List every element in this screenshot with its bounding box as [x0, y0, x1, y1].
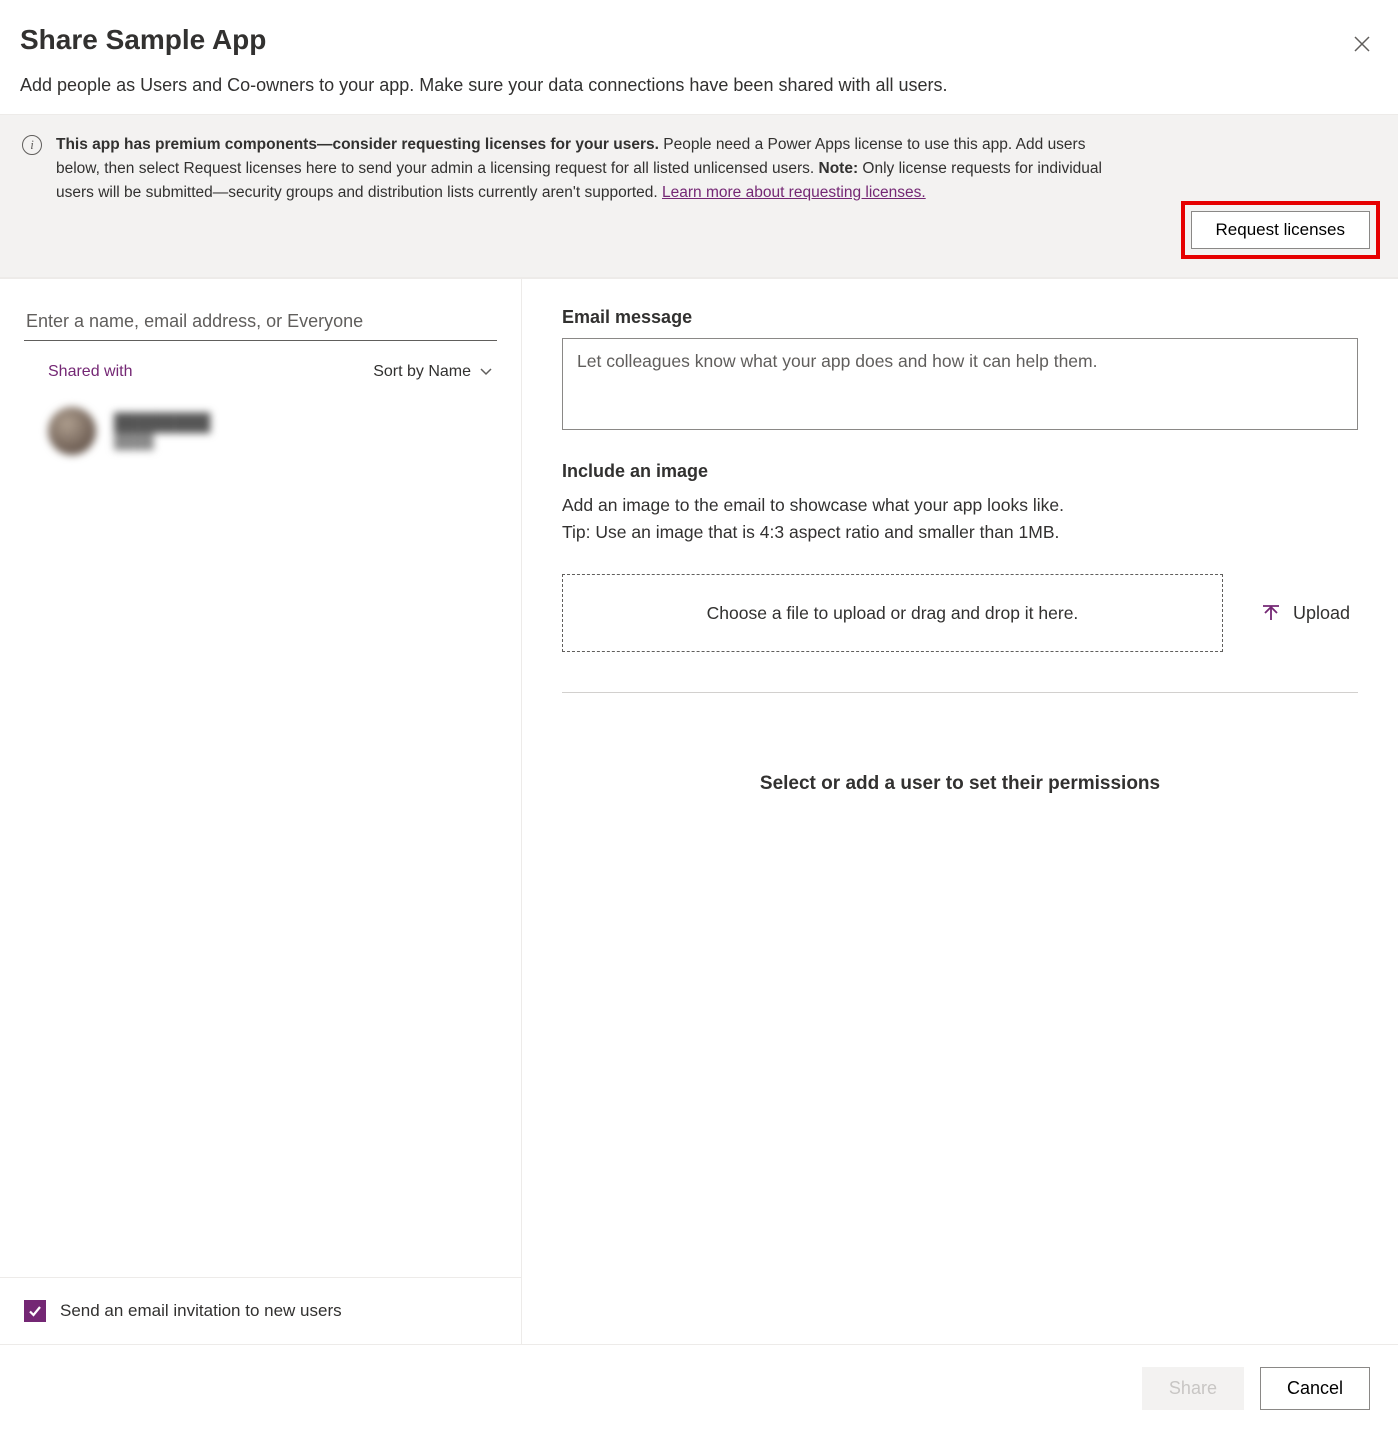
- sort-by-dropdown[interactable]: Sort by Name: [373, 363, 493, 381]
- upload-label: Upload: [1293, 603, 1350, 624]
- share-button[interactable]: Share: [1142, 1367, 1244, 1410]
- shared-with-scroll[interactable]: Shared with Sort by Name ████████ ████: [0, 279, 521, 1277]
- email-message-textarea[interactable]: [562, 338, 1358, 430]
- upload-button[interactable]: Upload: [1253, 574, 1358, 652]
- check-icon: [27, 1303, 43, 1319]
- banner-text: This app has premium components—consider…: [56, 133, 1376, 255]
- chevron-down-icon: [479, 365, 493, 379]
- panel-title: Share Sample App: [20, 24, 266, 56]
- people-search-input[interactable]: [24, 303, 497, 341]
- email-message-label: Email message: [562, 307, 1358, 328]
- user-role: ████: [114, 433, 210, 449]
- right-pane: Email message Include an image Add an im…: [522, 279, 1398, 1344]
- upload-icon: [1261, 603, 1281, 623]
- include-image-help-1: Add an image to the email to showcase wh…: [562, 492, 1358, 519]
- include-image-help-2: Tip: Use an image that is 4:3 aspect rat…: [562, 519, 1358, 546]
- dropzone-text: Choose a file to upload or drag and drop…: [707, 603, 1079, 624]
- section-divider: [562, 692, 1358, 693]
- shared-user-row[interactable]: ████████ ████: [24, 389, 497, 473]
- cancel-button[interactable]: Cancel: [1260, 1367, 1370, 1410]
- sort-by-label: Sort by Name: [373, 363, 471, 381]
- left-pane: Shared with Sort by Name ████████ ████: [0, 279, 522, 1344]
- send-email-invite-label: Send an email invitation to new users: [60, 1301, 342, 1321]
- close-icon: [1352, 34, 1372, 54]
- banner-bold-intro: This app has premium components—consider…: [56, 136, 659, 153]
- learn-more-link[interactable]: Learn more about requesting licenses.: [662, 184, 926, 201]
- permissions-prompt: Select or add a user to set their permis…: [562, 773, 1358, 795]
- panel-subtitle: Add people as Users and Co-owners to you…: [0, 75, 1398, 114]
- close-button[interactable]: [1346, 28, 1378, 63]
- image-dropzone[interactable]: Choose a file to upload or drag and drop…: [562, 574, 1223, 652]
- include-image-label: Include an image: [562, 461, 1358, 482]
- avatar: [48, 407, 96, 455]
- banner-note-label: Note:: [819, 160, 859, 177]
- premium-info-banner: i This app has premium components—consid…: [0, 114, 1398, 278]
- user-name: ████████: [114, 413, 210, 433]
- request-licenses-highlight: Request licenses: [1181, 201, 1380, 259]
- send-email-invite-checkbox[interactable]: [24, 1300, 46, 1322]
- shared-with-label: Shared with: [48, 363, 133, 381]
- request-licenses-button[interactable]: Request licenses: [1191, 211, 1370, 249]
- info-icon: i: [22, 135, 42, 155]
- footer: Share Cancel: [0, 1344, 1398, 1432]
